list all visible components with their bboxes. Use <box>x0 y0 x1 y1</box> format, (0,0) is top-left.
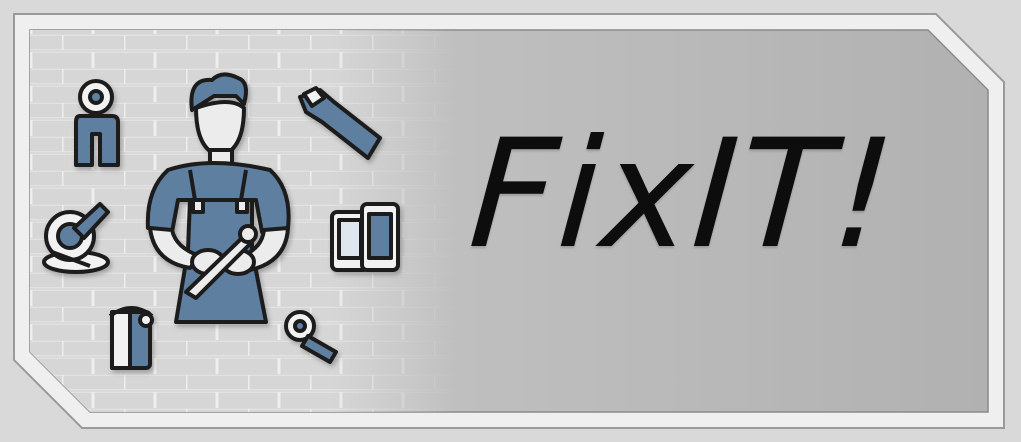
phones-icon <box>330 202 400 272</box>
fixit-banner: FixIT! <box>0 0 1021 442</box>
banner-title: FixIT! <box>464 108 902 282</box>
paint-can-icon <box>108 306 154 370</box>
